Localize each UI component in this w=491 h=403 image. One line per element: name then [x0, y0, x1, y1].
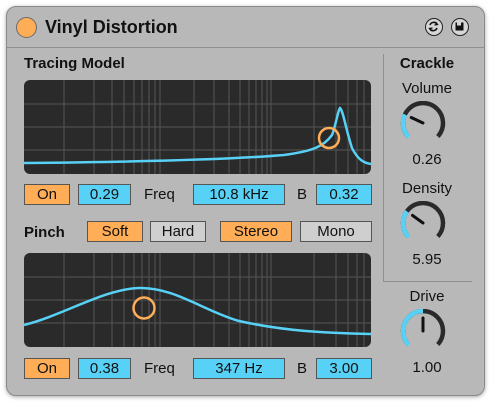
pinch-response-curve — [24, 286, 371, 336]
pinch-label: Pinch — [24, 224, 65, 241]
pinch-freq-field[interactable]: 347 Hz — [193, 358, 285, 379]
crackle-volume-knob[interactable] — [399, 101, 455, 151]
device-title-bar: Vinyl Distortion — [7, 7, 484, 48]
device-title: Vinyl Distortion — [45, 17, 178, 37]
pinch-soft-button[interactable]: Soft — [87, 221, 143, 242]
drive-label: Drive — [409, 288, 445, 305]
tracing-b-field[interactable]: 0.32 — [316, 184, 372, 205]
pinch-handle — [132, 296, 156, 320]
crackle-density-label: Density — [401, 180, 453, 197]
tracing-model-label: Tracing Model — [24, 55, 125, 72]
pinch-b-field[interactable]: 3.00 — [316, 358, 372, 379]
tracing-on-toggle[interactable]: On — [24, 184, 70, 205]
drive-value[interactable]: 1.00 — [382, 359, 472, 376]
pinch-drywet-field[interactable]: 0.38 — [78, 358, 131, 379]
tracing-b-label: B — [297, 186, 308, 203]
vinyl-distortion-device: Vinyl Distortion Tracing Model On 0.29 F… — [6, 6, 485, 396]
drive-knob[interactable] — [399, 309, 455, 359]
crackle-label: Crackle — [399, 55, 455, 72]
pinch-mono-button[interactable]: Mono — [300, 221, 372, 242]
tracing-drywet-field[interactable]: 0.29 — [78, 184, 131, 205]
tracing-freq-field[interactable]: 10.8 kHz — [193, 184, 285, 205]
pinch-hard-button[interactable]: Hard — [150, 221, 206, 242]
pinch-stereo-button[interactable]: Stereo — [220, 221, 292, 242]
crackle-density-value[interactable]: 5.95 — [382, 251, 472, 268]
tracing-model-graph[interactable] — [24, 80, 371, 174]
device-power-button[interactable] — [16, 17, 37, 38]
tracing-freq-label: Freq — [144, 186, 175, 203]
crackle-volume-label: Volume — [401, 80, 453, 97]
hot-swap-icon[interactable] — [425, 18, 443, 36]
pinch-freq-label: Freq — [144, 360, 175, 377]
save-preset-icon[interactable] — [451, 18, 469, 36]
pinch-graph[interactable] — [24, 253, 371, 347]
pinch-b-label: B — [297, 360, 308, 377]
crackle-volume-value[interactable]: 0.26 — [382, 151, 472, 168]
pinch-on-toggle[interactable]: On — [24, 358, 70, 379]
crackle-density-knob[interactable] — [399, 201, 455, 251]
